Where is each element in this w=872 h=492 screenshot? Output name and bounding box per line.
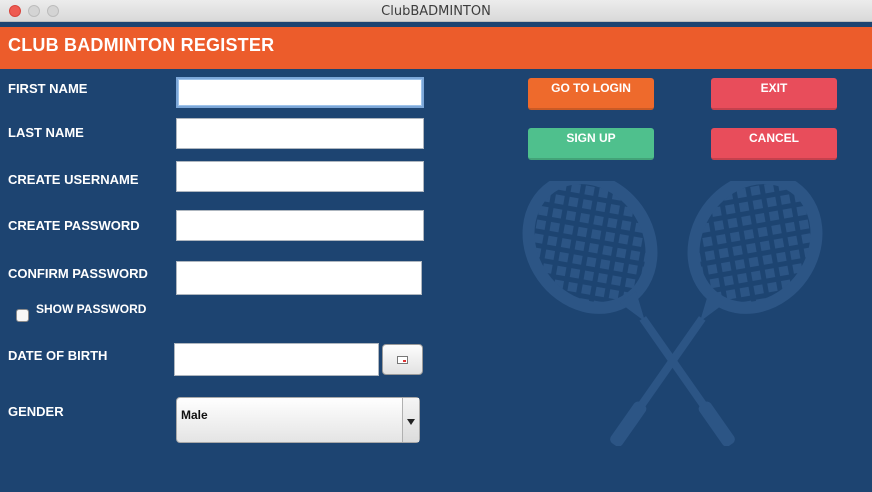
first-name-label: FIRST NAME bbox=[8, 81, 88, 96]
date-picker-button[interactable] bbox=[382, 344, 423, 375]
app-header: CLUB BADMINTON REGISTER bbox=[0, 27, 872, 69]
chevron-down-icon bbox=[402, 398, 419, 442]
gender-select[interactable]: Male bbox=[176, 397, 420, 443]
first-name-input[interactable] bbox=[176, 77, 424, 108]
page-title: CLUB BADMINTON REGISTER bbox=[8, 35, 275, 55]
create-password-label: CREATE PASSWORD bbox=[8, 218, 140, 233]
username-input[interactable] bbox=[176, 161, 424, 192]
register-form-panel: FIRST NAME LAST NAME CREATE USERNAME CRE… bbox=[0, 69, 872, 492]
exit-button[interactable]: EXIT bbox=[711, 78, 837, 110]
go-to-login-button[interactable]: GO TO LOGIN bbox=[528, 78, 654, 110]
show-password-checkbox[interactable] bbox=[16, 309, 29, 322]
last-name-label: LAST NAME bbox=[8, 125, 84, 140]
window-titlebar: ClubBADMINTON bbox=[0, 0, 872, 22]
gender-selected-value: Male bbox=[181, 408, 208, 422]
calendar-icon bbox=[397, 356, 408, 364]
create-username-label: CREATE USERNAME bbox=[8, 172, 139, 187]
last-name-input[interactable] bbox=[176, 118, 424, 149]
crossed-rackets-icon bbox=[522, 181, 823, 446]
gender-label: GENDER bbox=[8, 404, 64, 419]
window-title: ClubBADMINTON bbox=[381, 4, 491, 19]
show-password-label: SHOW PASSWORD bbox=[36, 302, 147, 316]
password-input[interactable] bbox=[176, 210, 424, 241]
confirm-password-input[interactable] bbox=[176, 261, 422, 295]
sign-up-button[interactable]: SIGN UP bbox=[528, 128, 654, 160]
date-of-birth-label: DATE OF BIRTH bbox=[8, 348, 108, 363]
cancel-button[interactable]: CANCEL bbox=[711, 128, 837, 160]
date-of-birth-input[interactable] bbox=[174, 343, 379, 376]
confirm-password-label: CONFIRM PASSWORD bbox=[8, 266, 148, 281]
